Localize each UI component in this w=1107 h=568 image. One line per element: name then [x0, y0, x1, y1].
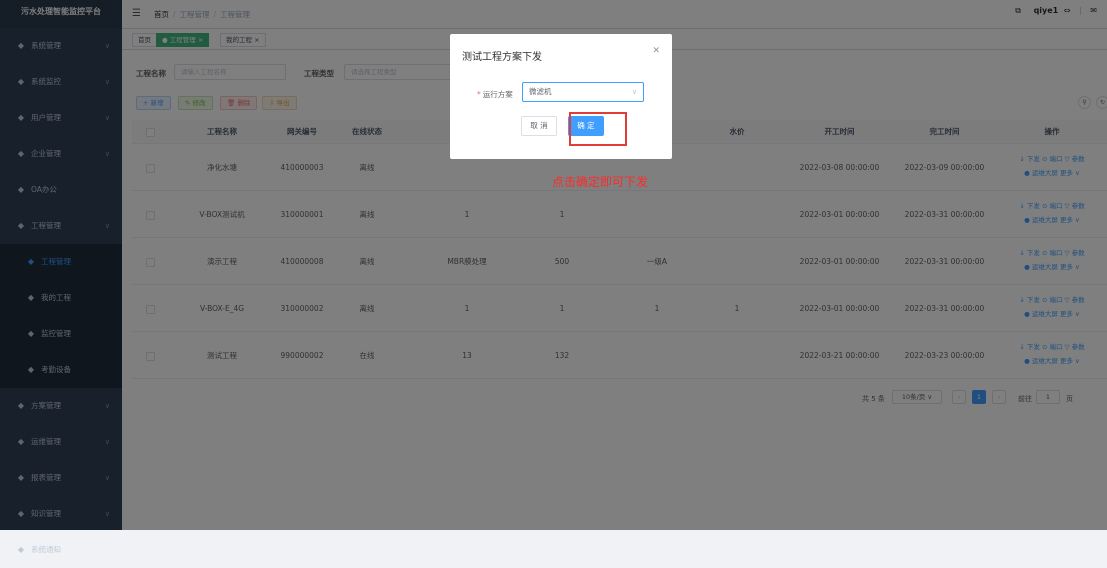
sidebar-item-label: 系统通知	[31, 545, 61, 554]
dialog-title: 测试工程方案下发	[462, 48, 542, 63]
confirm-highlight-box	[569, 112, 627, 146]
scheme-select[interactable]: 微滤机∨	[522, 82, 644, 102]
chevron-down-icon: ∨	[632, 83, 637, 101]
instruction-annotation: 点击确定即可下发	[552, 173, 648, 190]
cancel-button[interactable]: 取 消	[521, 116, 557, 136]
scheme-label: *运行方案	[477, 89, 513, 100]
sidebar-item[interactable]: ◆ 系统通知	[0, 532, 122, 568]
bell-icon: ◆	[16, 532, 26, 568]
close-icon[interactable]: ✕	[652, 46, 660, 56]
dispatch-dialog: 测试工程方案下发 ✕ *运行方案 微滤机∨ 取 消 确 定	[450, 34, 672, 159]
